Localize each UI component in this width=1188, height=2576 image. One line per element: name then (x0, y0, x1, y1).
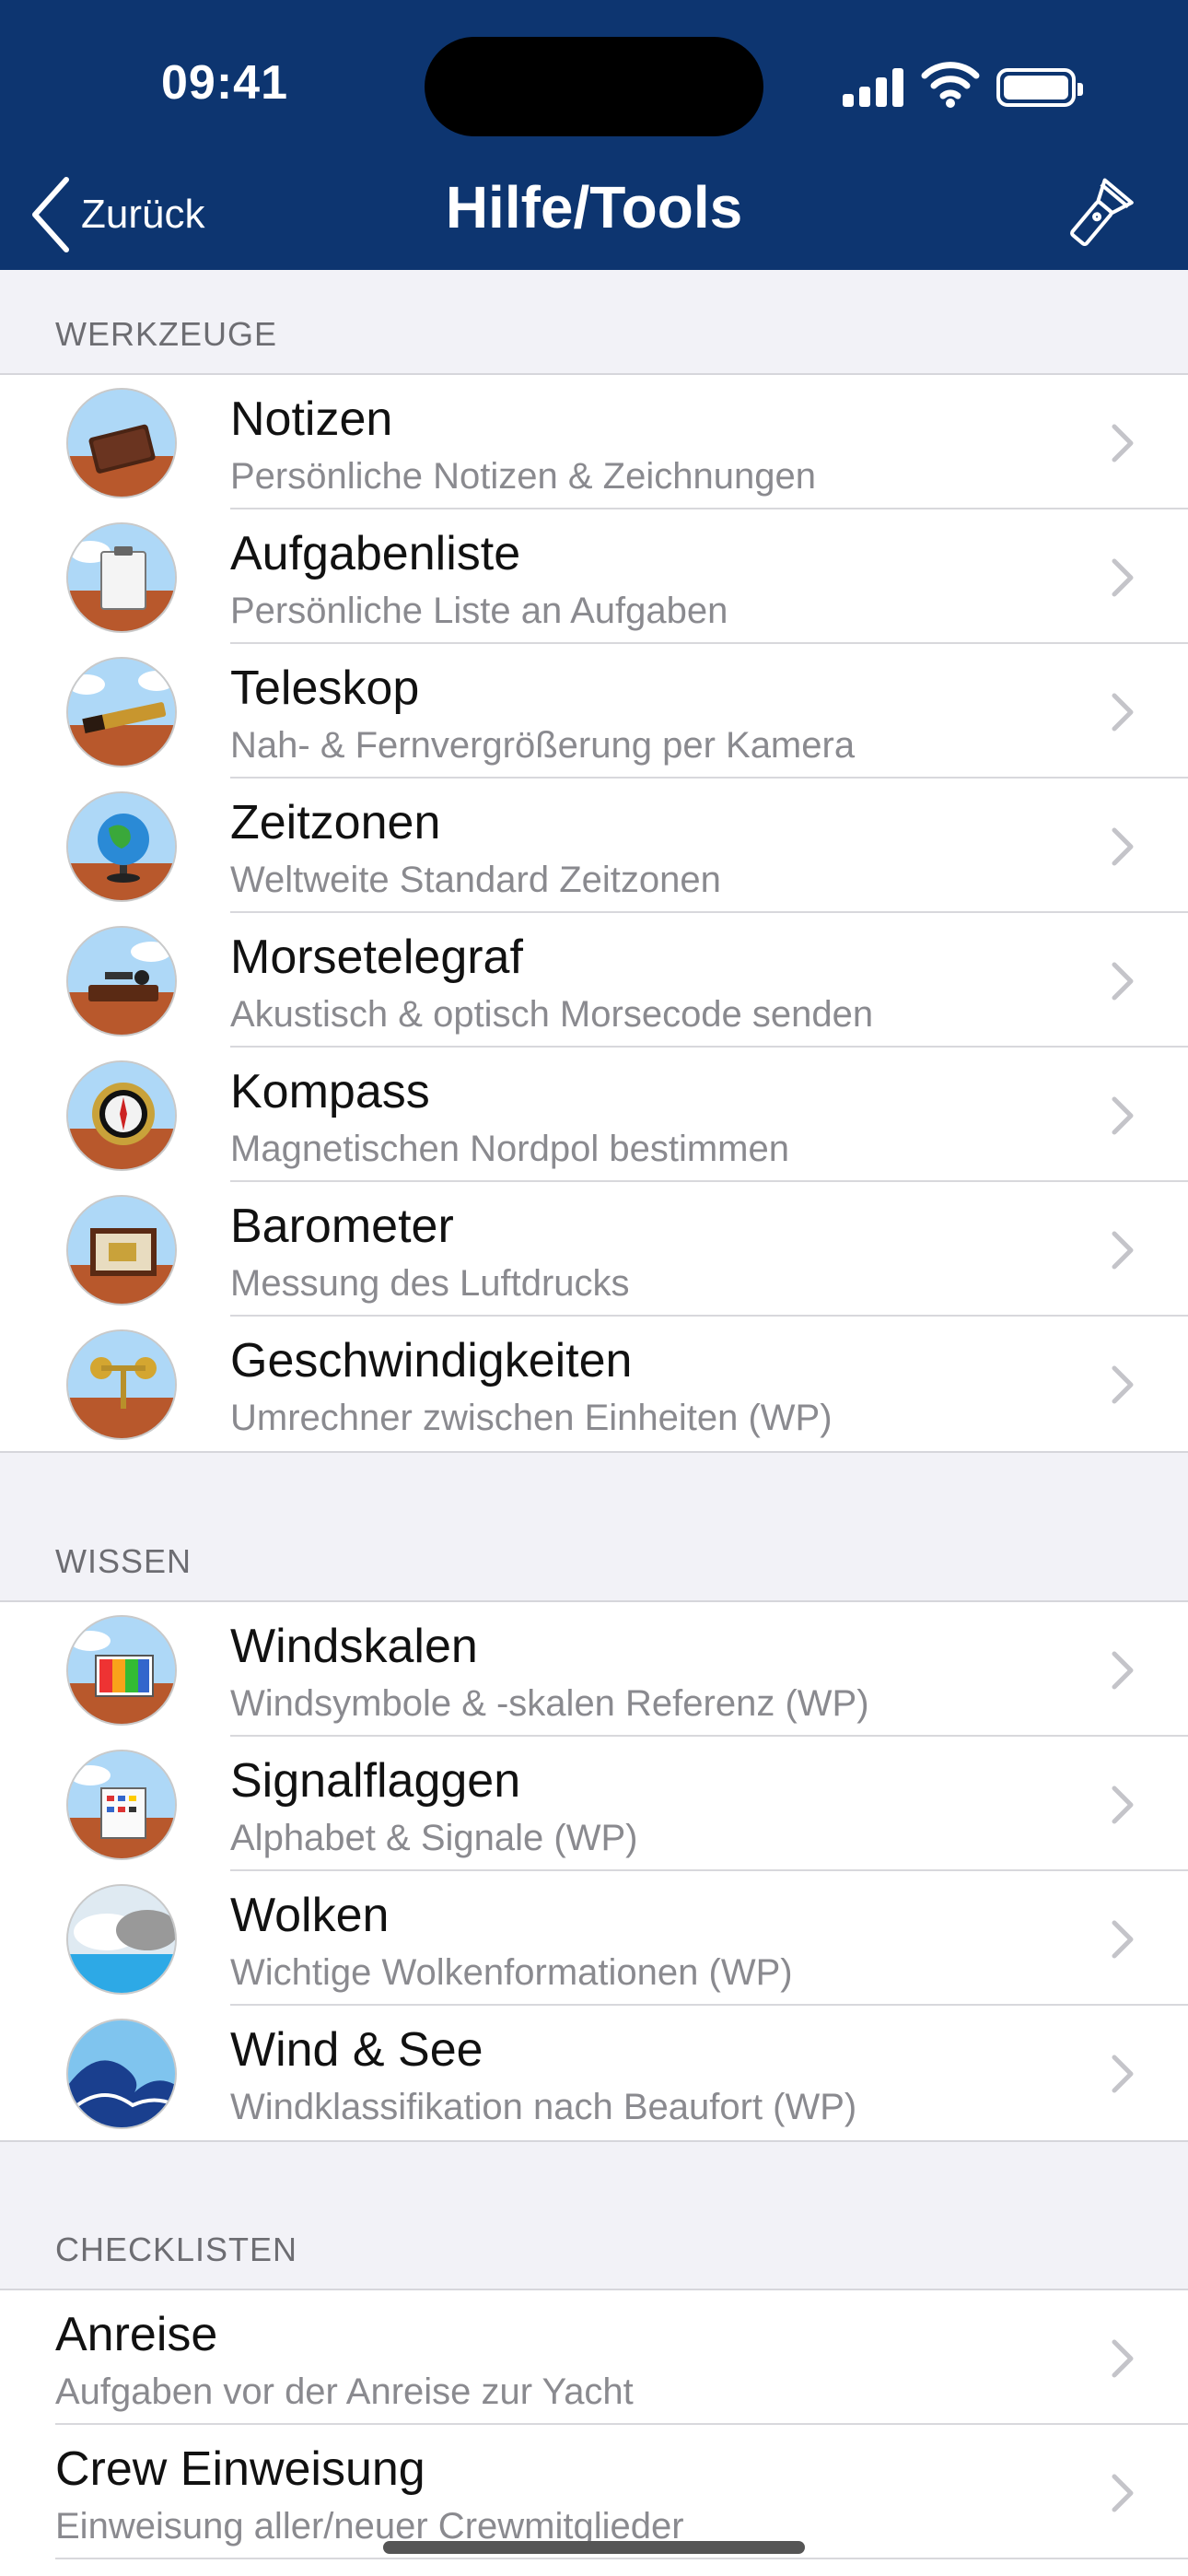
item-subtitle: Wichtige Wolkenformationen (WP) (230, 1952, 793, 1993)
chevron-right-icon (1112, 1096, 1134, 1135)
list-item-barometer[interactable]: Barometer Messung des Luftdrucks (0, 1182, 1188, 1317)
item-title: Aufgabenliste (230, 527, 521, 580)
list-item-aufgabenliste[interactable]: Aufgabenliste Persönliche Liste an Aufga… (0, 509, 1188, 644)
wind-scale-icon (66, 1615, 177, 1726)
item-title: Anreise (55, 2308, 218, 2361)
list-item-morsetelegraf[interactable]: Morsetelegraf Akustisch & optisch Morsec… (0, 913, 1188, 1048)
chevron-right-icon (1112, 1920, 1134, 1959)
flashlight-icon[interactable] (1059, 175, 1138, 254)
chevron-right-icon (1112, 558, 1134, 597)
telegraph-key-icon (66, 926, 177, 1036)
signal-flags-icon (66, 1750, 177, 1860)
anemometer-icon (66, 1329, 177, 1440)
item-subtitle: Umrechner zwischen Einheiten (WP) (230, 1398, 833, 1438)
item-subtitle: Weltweite Standard Zeitzonen (230, 860, 721, 900)
item-title: Teleskop (230, 662, 420, 715)
row-separator (55, 2558, 1188, 2559)
notebook-icon (66, 388, 177, 498)
status-time: 09:41 (161, 56, 288, 110)
navigation-bar: 09:41 Zurück Hilfe/Tools (0, 0, 1188, 270)
item-subtitle: Windsymbole & -skalen Referenz (WP) (230, 1683, 869, 1724)
list-item-wind-und-see[interactable]: Wind & See Windklassifikation nach Beauf… (0, 2006, 1188, 2140)
item-title: Crew Einweisung (55, 2442, 425, 2496)
battery-icon (996, 68, 1083, 107)
knowledge-list: Windskalen Windsymbole & -skalen Referen… (0, 1600, 1188, 2142)
dynamic-island (425, 37, 763, 136)
wave-icon (66, 2019, 177, 2129)
list-item-crew-einweisung[interactable]: Crew Einweisung Einweisung aller/neuer C… (0, 2425, 1188, 2559)
item-title: Geschwindigkeiten (230, 1334, 633, 1388)
item-title: Kompass (230, 1065, 430, 1118)
item-subtitle: Akustisch & optisch Morsecode senden (230, 994, 874, 1035)
list-item-kompass[interactable]: Kompass Magnetischen Nordpol bestimmen (0, 1048, 1188, 1182)
telescope-icon (66, 657, 177, 767)
item-subtitle: Nah- & Fernvergrößerung per Kamera (230, 725, 856, 766)
chevron-right-icon (1112, 2055, 1134, 2093)
item-subtitle: Persönliche Notizen & Zeichnungen (230, 456, 816, 497)
checklists-list: Anreise Aufgaben vor der Anreise zur Yac… (0, 2289, 1188, 2576)
list-item-zeitzonen[interactable]: Zeitzonen Weltweite Standard Zeitzonen (0, 779, 1188, 913)
list-item-geschwindigkeiten[interactable]: Geschwindigkeiten Umrechner zwischen Ein… (0, 1317, 1188, 1451)
item-subtitle: Magnetischen Nordpol bestimmen (230, 1129, 789, 1169)
chevron-right-icon (1112, 1651, 1134, 1690)
list-item-teleskop[interactable]: Teleskop Nah- & Fernvergrößerung per Kam… (0, 644, 1188, 779)
chevron-right-icon (1112, 2339, 1134, 2378)
item-title: Windskalen (230, 1620, 478, 1673)
chevron-right-icon (1112, 693, 1134, 732)
section-header-tools: WERKZEUGE (55, 315, 278, 353)
chevron-right-icon (1112, 1365, 1134, 1404)
chevron-right-icon (1112, 2474, 1134, 2512)
list-item-wolken[interactable]: Wolken Wichtige Wolkenformationen (WP) (0, 1871, 1188, 2006)
chevron-right-icon (1112, 827, 1134, 866)
clipboard-icon (66, 522, 177, 633)
home-indicator[interactable] (383, 2541, 805, 2554)
list-item-notizen[interactable]: Notizen Persönliche Notizen & Zeichnunge… (0, 375, 1188, 509)
compass-icon (66, 1060, 177, 1171)
item-subtitle: Messung des Luftdrucks (230, 1263, 630, 1304)
item-title: Wolken (230, 1889, 390, 1942)
list-item-windskalen[interactable]: Windskalen Windsymbole & -skalen Referen… (0, 1602, 1188, 1737)
list-item-signalflaggen[interactable]: Signalflaggen Alphabet & Signale (WP) (0, 1737, 1188, 1871)
chevron-right-icon (1112, 424, 1134, 463)
item-title: Notizen (230, 392, 393, 446)
cellular-signal-icon (843, 66, 905, 107)
item-title: Wind & See (230, 2023, 483, 2077)
section-header-checklists: CHECKLISTEN (55, 2231, 298, 2268)
item-title: Signalflaggen (230, 1754, 521, 1808)
clouds-icon (66, 1884, 177, 1995)
list-item-anreise[interactable]: Anreise Aufgaben vor der Anreise zur Yac… (0, 2290, 1188, 2425)
barometer-icon (66, 1195, 177, 1306)
item-title: Barometer (230, 1200, 454, 1253)
globe-icon (66, 791, 177, 902)
item-title: Morsetelegraf (230, 931, 523, 984)
item-title: Zeitzonen (230, 796, 441, 849)
wifi-icon (921, 62, 980, 108)
item-subtitle: Persönliche Liste an Aufgaben (230, 591, 728, 631)
chevron-right-icon (1112, 1786, 1134, 1824)
page-title: Hilfe/Tools (445, 174, 743, 240)
tools-list: Notizen Persönliche Notizen & Zeichnunge… (0, 373, 1188, 1453)
item-subtitle: Alphabet & Signale (WP) (230, 1818, 638, 1858)
item-subtitle: Windklassifikation nach Beaufort (WP) (230, 2087, 857, 2127)
item-subtitle: Aufgaben vor der Anreise zur Yacht (55, 2371, 634, 2412)
section-header-knowledge: WISSEN (55, 1542, 192, 1580)
chevron-right-icon (1112, 962, 1134, 1001)
chevron-right-icon (1112, 1231, 1134, 1270)
